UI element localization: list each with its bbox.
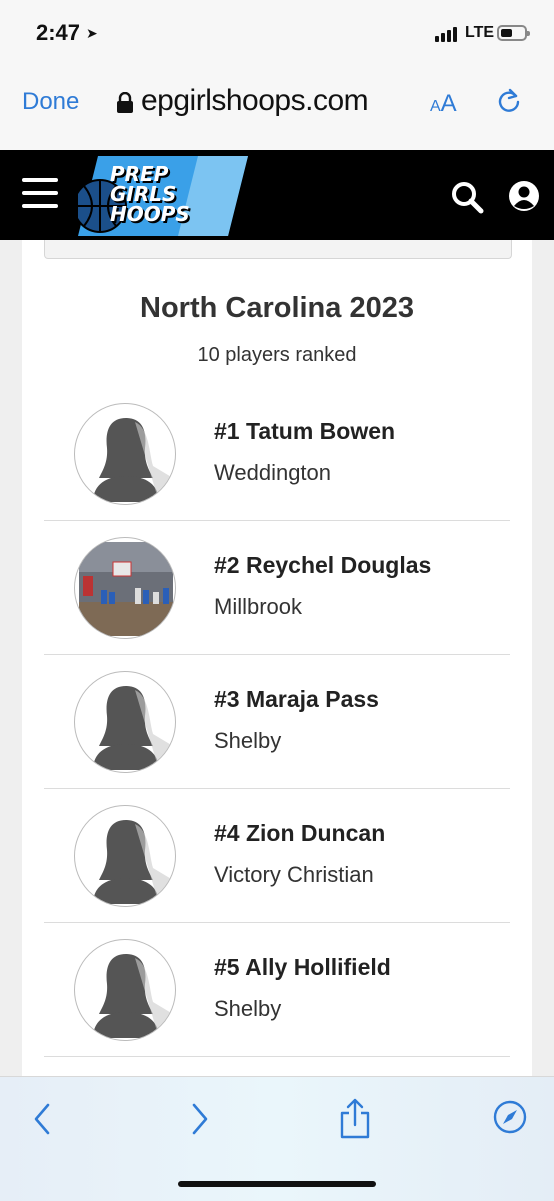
silhouette-icon (80, 677, 173, 770)
player-avatar (74, 939, 176, 1041)
player-name[interactable]: #2 Reychel Douglas (214, 552, 431, 579)
lock-icon (117, 92, 133, 113)
location-arrow-icon: ➤ (86, 25, 98, 41)
previous-section-edge (44, 240, 512, 259)
reload-icon[interactable] (494, 86, 524, 116)
player-name[interactable]: #5 Ally Hollifield (214, 954, 391, 981)
browser-toolbar: Done epgirlshoops.com AA (0, 66, 554, 150)
silhouette-icon (80, 409, 173, 502)
player-row[interactable]: #5 Ally Hollifield Shelby (44, 922, 510, 1057)
player-school: Shelby (214, 996, 282, 1021)
back-icon[interactable] (30, 1099, 54, 1139)
silhouette-icon (80, 811, 173, 904)
player-photo (74, 537, 176, 639)
player-avatar (74, 671, 176, 773)
done-button[interactable]: Done (22, 88, 79, 116)
clock: 2:47 ➤ (36, 20, 98, 45)
player-name[interactable]: #1 Tatum Bowen (214, 418, 395, 445)
player-avatar (74, 403, 176, 505)
player-row[interactable]: #1 Tatum Bowen Weddington (44, 386, 510, 521)
browser-bottom-bar (0, 1076, 554, 1201)
home-indicator[interactable] (178, 1181, 376, 1187)
search-icon[interactable] (450, 180, 484, 214)
cell-signal-icon (435, 26, 461, 42)
player-school: Weddington (214, 460, 332, 485)
logo-text: PREP GIRLS HOOPS (110, 162, 190, 226)
player-avatar (74, 805, 176, 907)
player-school: Shelby (214, 728, 282, 753)
share-icon[interactable] (338, 1097, 372, 1139)
player-row[interactable]: #3 Maraja Pass Shelby (44, 654, 510, 789)
network-type: LTE (465, 24, 495, 41)
account-icon[interactable] (508, 180, 540, 212)
site-header: PREP GIRLS HOOPS (0, 150, 554, 240)
gym-photo-image (79, 542, 173, 636)
rankings-title: North Carolina 2023 (140, 292, 414, 324)
menu-icon[interactable] (22, 178, 58, 208)
battery-icon (497, 25, 530, 41)
site-logo[interactable]: PREP GIRLS HOOPS (73, 156, 248, 236)
silhouette-icon (80, 945, 173, 1038)
player-name[interactable]: #4 Zion Duncan (214, 820, 385, 847)
player-name[interactable]: #3 Maraja Pass (214, 686, 379, 713)
player-row[interactable]: #2 Reychel Douglas Millbrook (44, 520, 510, 655)
player-row[interactable]: #4 Zion Duncan Victory Christian (44, 788, 510, 923)
reader-aa-button[interactable]: AA (430, 90, 457, 118)
player-school: Victory Christian (214, 862, 374, 887)
compass-icon[interactable] (492, 1099, 528, 1135)
status-bar: 2:47 ➤ LTE (0, 0, 554, 66)
forward-icon[interactable] (188, 1099, 212, 1139)
address-bar[interactable]: epgirlshoops.com (141, 84, 369, 118)
player-school: Millbrook (214, 594, 303, 619)
rankings-count: 10 players ranked (197, 344, 357, 366)
rankings-card: North Carolina 2023 10 players ranked #1… (22, 240, 532, 1076)
